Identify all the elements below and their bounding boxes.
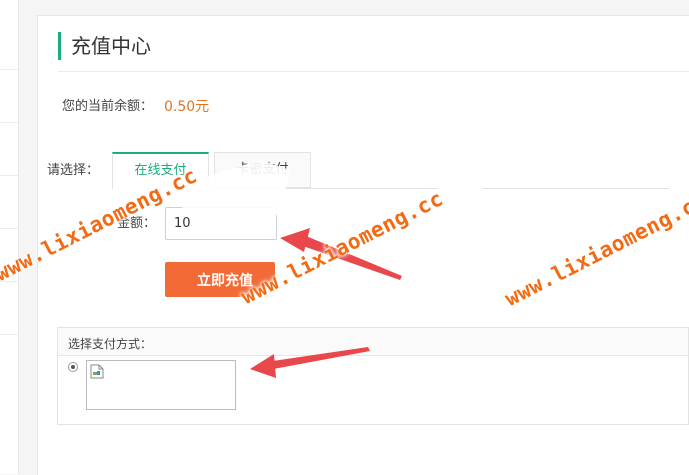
payment-method-title: 选择支付方式：: [68, 337, 153, 351]
sidebar-divider: [0, 69, 18, 70]
broken-image-icon: [90, 364, 104, 379]
payment-method-box: 选择支付方式：: [57, 327, 689, 425]
left-sidebar: [0, 0, 19, 474]
title-divider: [58, 71, 689, 72]
choose-label: 请选择：: [47, 163, 100, 178]
sidebar-divider: [0, 175, 18, 176]
sidebar-divider: [0, 228, 18, 229]
sidebar-divider: [0, 122, 18, 123]
page-title: 充值中心: [58, 32, 151, 60]
sidebar-divider: [0, 334, 18, 335]
balance-value: 0.50元: [164, 99, 210, 115]
payment-method-radio[interactable]: [68, 362, 78, 372]
payment-method-image[interactable]: [86, 360, 236, 410]
amount-input[interactable]: [165, 207, 277, 240]
payment-method-header: [58, 328, 688, 356]
balance-label: 您的当前余额：: [62, 99, 154, 114]
tab-card-pay[interactable]: 卡密支付: [214, 152, 311, 188]
